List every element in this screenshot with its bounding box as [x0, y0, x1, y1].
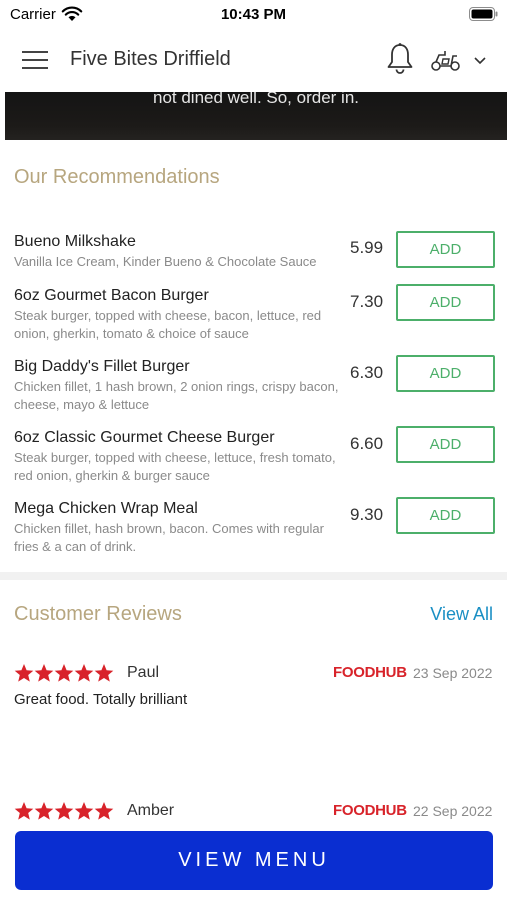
menu-item: 6oz Classic Gourmet Cheese Burger Steak … [0, 426, 507, 499]
banner-text: not dined well. So, order in. [152, 92, 359, 107]
review-item: Paul FOODHUB 23 Sep 2022 Great food. Tot… [0, 663, 507, 723]
item-name: Mega Chicken Wrap Meal [14, 500, 198, 517]
battery-icon [469, 7, 498, 21]
item-name: Bueno Milkshake [14, 233, 136, 250]
add-button[interactable]: ADD [396, 355, 495, 392]
item-description: Steak burger, topped with cheese, bacon,… [14, 308, 322, 341]
hero-banner: not dined well. So, order in. [5, 92, 507, 140]
reviewer-name: Amber [127, 802, 175, 819]
scooter-icon[interactable] [430, 47, 462, 73]
foodhub-logo: FOODHUB [333, 664, 407, 681]
status-bar: Carrier 10:43 PM [0, 0, 507, 28]
add-button[interactable]: ADD [396, 284, 495, 321]
review-date: 22 Sep 2022 [413, 803, 493, 819]
add-button[interactable]: ADD [396, 497, 495, 534]
item-description: Chicken fillet, 1 hash brown, 2 onion ri… [14, 379, 339, 412]
review-text: Great food. Totally brilliant [14, 691, 188, 708]
item-price: 6.60 [350, 434, 384, 453]
reviews-title: Customer Reviews [14, 603, 182, 625]
view-menu-button[interactable]: VIEW MENU [15, 831, 493, 890]
add-button[interactable]: ADD [396, 231, 495, 268]
page-title: Five Bites Driffield [70, 48, 231, 70]
app-header: Five Bites Driffield [0, 28, 507, 92]
reviewer-name: Paul [127, 664, 160, 681]
item-description: Vanilla Ice Cream, Kinder Bueno & Chocol… [14, 254, 317, 269]
star-rating-icon [14, 802, 114, 820]
menu-icon[interactable] [22, 49, 48, 71]
item-name: 6oz Gourmet Bacon Burger [14, 287, 209, 304]
item-price: 5.99 [350, 238, 384, 257]
item-description: Steak burger, topped with cheese, lettuc… [14, 450, 336, 483]
add-button[interactable]: ADD [396, 426, 495, 463]
item-name: Big Daddy's Fillet Burger [14, 358, 190, 375]
menu-item: Big Daddy's Fillet Burger Chicken fillet… [0, 355, 507, 428]
view-all-link[interactable]: View All [430, 604, 493, 625]
menu-item: 6oz Gourmet Bacon Burger Steak burger, t… [0, 284, 507, 357]
menu-item: Mega Chicken Wrap Meal Chicken fillet, h… [0, 497, 507, 570]
bell-icon[interactable] [385, 42, 415, 76]
star-rating-icon [14, 664, 114, 682]
item-price: 9.30 [350, 505, 384, 524]
item-price: 7.30 [350, 292, 384, 311]
recommendations-title: Our Recommendations [14, 166, 220, 188]
chevron-down-icon[interactable] [472, 52, 488, 68]
item-name: 6oz Classic Gourmet Cheese Burger [14, 429, 275, 446]
section-divider [0, 572, 507, 580]
status-time: 10:43 PM [220, 6, 287, 23]
item-description: Chicken fillet, hash brown, bacon. Comes… [14, 521, 324, 554]
review-date: 23 Sep 2022 [413, 665, 493, 681]
foodhub-logo: FOODHUB [333, 802, 407, 819]
item-price: 6.30 [350, 363, 384, 382]
